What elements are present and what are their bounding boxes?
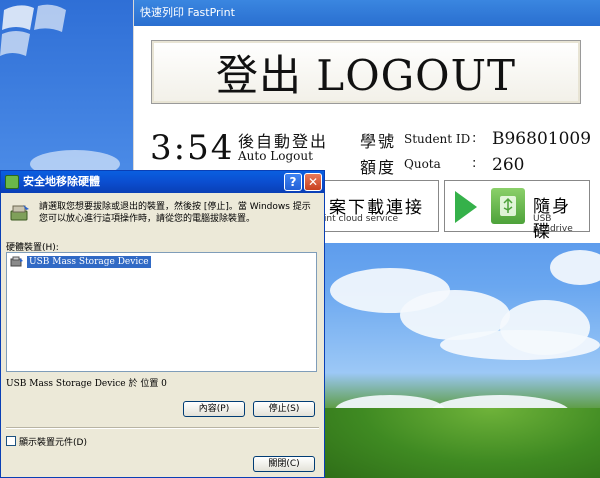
usb-pendrive-label-en: USB pendrive [533, 214, 573, 234]
dialog-title: 安全地移除硬體 [23, 175, 100, 188]
quota-colon: : [472, 156, 477, 171]
student-id-label-en: Student ID [404, 132, 471, 146]
safely-remove-hardware-dialog: 安全地移除硬體 ? ✕ 請選取您想要拔除或退出的裝置，然後按 [停止]。當 Wi… [0, 170, 325, 478]
windows-logo-icon [0, 4, 66, 56]
auto-logout-label-en: Auto Logout [238, 149, 313, 163]
dialog-separator [6, 427, 319, 429]
close-button[interactable]: 關閉(C) [253, 456, 315, 472]
quota-value: 260 [492, 155, 525, 175]
cloud [440, 330, 600, 360]
grass-hill [325, 408, 600, 478]
help-button[interactable]: ? [284, 173, 302, 191]
close-window-button[interactable]: ✕ [304, 173, 322, 191]
student-id-colon: : [472, 131, 477, 146]
device-name: USB Mass Storage Device [27, 256, 151, 268]
usb-pendrive-button[interactable]: 隨身碟 USB pendrive [444, 180, 590, 242]
show-components-label[interactable]: 顯示裝置元件(D) [19, 435, 87, 448]
cloud-print-button[interactable]: 案下載連接 print cloud service [311, 180, 439, 232]
hardware-device-list[interactable]: USB Mass Storage Device [6, 252, 317, 372]
show-components-checkbox[interactable] [6, 436, 16, 446]
device-location: USB Mass Storage Device 於 位置 0 [6, 379, 167, 389]
logout-countdown: 3:54 [150, 128, 235, 168]
play-arrow-icon [455, 191, 477, 223]
quota-label-zh: 額度 [360, 158, 397, 177]
student-id-label-zh: 學號 [360, 132, 397, 151]
cloud-print-label-en: print cloud service [314, 214, 398, 224]
hardware-title-icon [5, 175, 19, 189]
usb-device-icon [10, 256, 23, 267]
dialog-titlebar: 安全地移除硬體 ? ✕ [1, 171, 324, 193]
quota-label-en: Quota [404, 157, 441, 171]
logout-button[interactable]: 登出 LOGOUT [151, 40, 581, 104]
stop-button[interactable]: 停止(S) [253, 401, 315, 417]
dialog-instructions: 請選取您想要拔除或退出的裝置，然後按 [停止]。當 Windows 提示您可以放… [39, 202, 311, 224]
list-item[interactable]: USB Mass Storage Device [10, 255, 151, 269]
remove-hardware-icon [10, 205, 29, 221]
cloud [550, 250, 600, 285]
fastprint-titlebar: 快速列印 FastPrint [134, 0, 600, 26]
properties-button[interactable]: 內容(P) [183, 401, 245, 417]
student-id-value: B96801009 [492, 129, 592, 149]
usb-drive-icon [491, 188, 525, 224]
